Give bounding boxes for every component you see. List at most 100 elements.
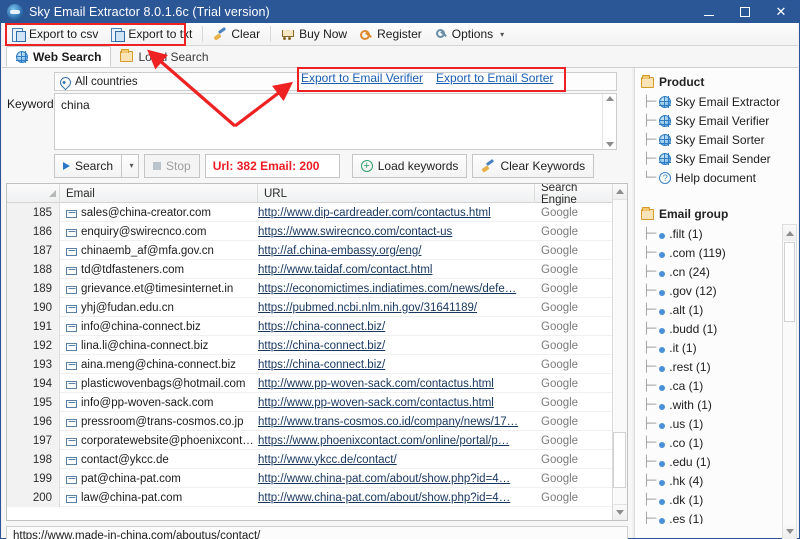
row-email[interactable]: sales@china-creator.com (60, 203, 258, 222)
table-row[interactable]: 187 chinaemb_af@mfa.gov.cn http://af.china… (7, 241, 627, 260)
email-group-item-13[interactable]: ├─ .hk (4) (635, 471, 799, 490)
buy-now-button[interactable]: Buy Now (275, 24, 353, 45)
product-item-4[interactable]: └─? Help document (635, 168, 799, 187)
tab-local-search[interactable]: Local Search (111, 46, 217, 67)
email-group-item-12[interactable]: ├─ .edu (1) (635, 452, 799, 471)
row-url[interactable]: http://www.trans-cosmos.co.id/company/ne… (258, 412, 535, 431)
search-button[interactable]: Search (54, 153, 123, 178)
clear-keywords-button[interactable]: Clear Keywords (472, 153, 595, 178)
row-email[interactable]: law@china-pat.com (60, 488, 258, 507)
row-url[interactable]: http://www.pp-woven-sack.com/contactus.h… (258, 393, 535, 412)
export-to-csv-button[interactable]: Export to csv (5, 24, 104, 45)
row-url[interactable]: https://china-connect.biz/ (258, 355, 535, 374)
email-group-item-7[interactable]: ├─ .rest (1) (635, 357, 799, 376)
table-row[interactable]: 196 pressroom@trans-cosmos.co.jp http://ww… (7, 412, 627, 431)
row-url[interactable]: http://www.pp-woven-sack.com/contactus.h… (258, 374, 535, 393)
export-to-email-sorter-link[interactable]: Export to Email Sorter (436, 71, 553, 85)
row-url[interactable]: https://www.swirecnco.com/contact-us (258, 222, 535, 241)
email-group-item-2[interactable]: ├─ .cn (24) (635, 262, 799, 281)
stop-button[interactable]: Stop (144, 153, 200, 178)
row-url[interactable]: https://china-connect.biz/ (258, 336, 535, 355)
email-group-item-3[interactable]: ├─ .gov (12) (635, 281, 799, 300)
eg-scroll-down-button[interactable] (783, 523, 796, 539)
table-header-url[interactable]: URL (258, 184, 535, 203)
email-group-item-14[interactable]: ├─ .dk (1) (635, 490, 799, 509)
email-group-item-11[interactable]: ├─ .co (1) (635, 433, 799, 452)
email-group-scrollbar[interactable] (782, 224, 797, 539)
clear-button[interactable]: Clear (207, 24, 266, 45)
table-row[interactable]: 198 contact@ykcc.de http://www.ykcc.de/con… (7, 450, 627, 469)
table-row[interactable]: 188 td@tdfasteners.com http://www.taidaf.c… (7, 260, 627, 279)
row-email[interactable]: lina.li@china-connect.biz (60, 336, 258, 355)
product-item-1[interactable]: ├─ Sky Email Verifier (635, 111, 799, 130)
table-row[interactable]: 199 pat@china-pat.com http://www.china-pat… (7, 469, 627, 488)
table-scroll-thumb[interactable] (613, 432, 626, 488)
tab-web-search[interactable]: Web Search (6, 46, 112, 67)
row-url[interactable]: http://www.ykcc.de/contact/ (258, 450, 535, 469)
register-button[interactable]: Register (353, 24, 428, 45)
row-url[interactable]: https://china-connect.biz/ (258, 317, 535, 336)
table-row[interactable]: 191 info@china-connect.biz https://china-c… (7, 317, 627, 336)
email-group-item-9[interactable]: ├─ .with (1) (635, 395, 799, 414)
table-row[interactable]: 193 aina.meng@china-connect.biz https://ch… (7, 355, 627, 374)
row-email[interactable]: yhj@fudan.edu.cn (60, 298, 258, 317)
table-row[interactable]: 192 lina.li@china-connect.biz https://chin… (7, 336, 627, 355)
eg-scroll-up-button[interactable] (783, 225, 796, 241)
scroll-up-icon[interactable] (605, 96, 614, 101)
row-email[interactable]: aina.meng@china-connect.biz (60, 355, 258, 374)
keyword-scrollbar[interactable] (602, 94, 616, 149)
table-header-index[interactable] (7, 184, 60, 203)
email-group-item-10[interactable]: ├─ .us (1) (635, 414, 799, 433)
load-keywords-button[interactable]: + Load keywords (351, 153, 468, 178)
email-group-item-8[interactable]: ├─ .ca (1) (635, 376, 799, 395)
row-email[interactable]: info@pp-woven-sack.com (60, 393, 258, 412)
product-item-2[interactable]: ├─ Sky Email Sorter (635, 130, 799, 149)
row-email[interactable]: corporatewebsite@phoenixcont… (60, 431, 258, 450)
row-email[interactable]: td@tdfasteners.com (60, 260, 258, 279)
email-group-item-1[interactable]: ├─ .com (119) (635, 243, 799, 262)
table-row[interactable]: 200 law@china-pat.com http://www.china-pat… (7, 488, 627, 507)
maximize-button[interactable] (727, 1, 763, 23)
row-url[interactable]: http://www.china-pat.com/about/show.php?… (258, 488, 535, 507)
table-header-search-engine[interactable]: Search Engine (535, 184, 613, 206)
keyword-textarea[interactable]: china (54, 93, 617, 150)
table-row[interactable]: 194 plasticwovenbags@hotmail.com http://ww… (7, 374, 627, 393)
row-email[interactable]: pat@china-pat.com (60, 469, 258, 488)
table-row[interactable]: 197 corporatewebsite@phoenixcont… https://… (7, 431, 627, 450)
close-button[interactable]: ✕ (763, 1, 799, 23)
row-email[interactable]: plasticwovenbags@hotmail.com (60, 374, 258, 393)
export-to-txt-button[interactable]: Export to txt (104, 24, 198, 45)
eg-scroll-thumb[interactable] (784, 242, 795, 322)
email-group-item-0[interactable]: ├─ .filt (1) (635, 224, 799, 243)
table-row[interactable]: 186 enquiry@swirecnco.com https://www.swir… (7, 222, 627, 241)
minimize-button[interactable] (691, 1, 727, 23)
options-button[interactable]: Options ▾ (428, 24, 510, 45)
table-row[interactable]: 190 yhj@fudan.edu.cn https://pubmed.ncbi.n… (7, 298, 627, 317)
row-email[interactable]: pressroom@trans-cosmos.co.jp (60, 412, 258, 431)
email-group-item-5[interactable]: ├─ .budd (1) (635, 319, 799, 338)
search-dropdown-button[interactable]: ▾ (122, 153, 140, 178)
row-url[interactable]: https://pubmed.ncbi.nlm.nih.gov/31641189… (258, 298, 535, 317)
product-item-0[interactable]: ├─ Sky Email Extractor (635, 92, 799, 111)
row-email[interactable]: enquiry@swirecnco.com (60, 222, 258, 241)
row-email[interactable]: chinaemb_af@mfa.gov.cn (60, 241, 258, 260)
row-url[interactable]: https://economictimes.indiatimes.com/new… (258, 279, 535, 298)
row-email[interactable]: info@china-connect.biz (60, 317, 258, 336)
row-url[interactable]: http://www.china-pat.com/about/show.php?… (258, 469, 535, 488)
table-row[interactable]: 185 sales@china-creator.com http://www.dip… (7, 203, 627, 222)
table-header-email[interactable]: Email (60, 184, 258, 203)
export-to-email-verifier-link[interactable]: Export to Email Verifier (301, 71, 423, 85)
row-email[interactable]: grievance.et@timesinternet.in (60, 279, 258, 298)
table-row[interactable]: 189 grievance.et@timesinternet.in https://… (7, 279, 627, 298)
row-url[interactable]: https://www.phoenixcontact.com/online/po… (258, 431, 535, 450)
scroll-down-button[interactable] (612, 504, 627, 520)
email-group-item-4[interactable]: ├─ .alt (1) (635, 300, 799, 319)
row-url[interactable]: http://www.dip-cardreader.com/contactus.… (258, 203, 535, 222)
row-url[interactable]: http://af.china-embassy.org/eng/ (258, 241, 535, 260)
email-group-item-15[interactable]: ├─ .es (1) (635, 509, 799, 525)
row-email[interactable]: contact@ykcc.de (60, 450, 258, 469)
row-url[interactable]: http://www.taidaf.com/contact.html (258, 260, 535, 279)
email-group-item-6[interactable]: ├─ .it (1) (635, 338, 799, 357)
scroll-down-icon[interactable] (605, 142, 614, 147)
product-item-3[interactable]: ├─ Sky Email Sender (635, 149, 799, 168)
